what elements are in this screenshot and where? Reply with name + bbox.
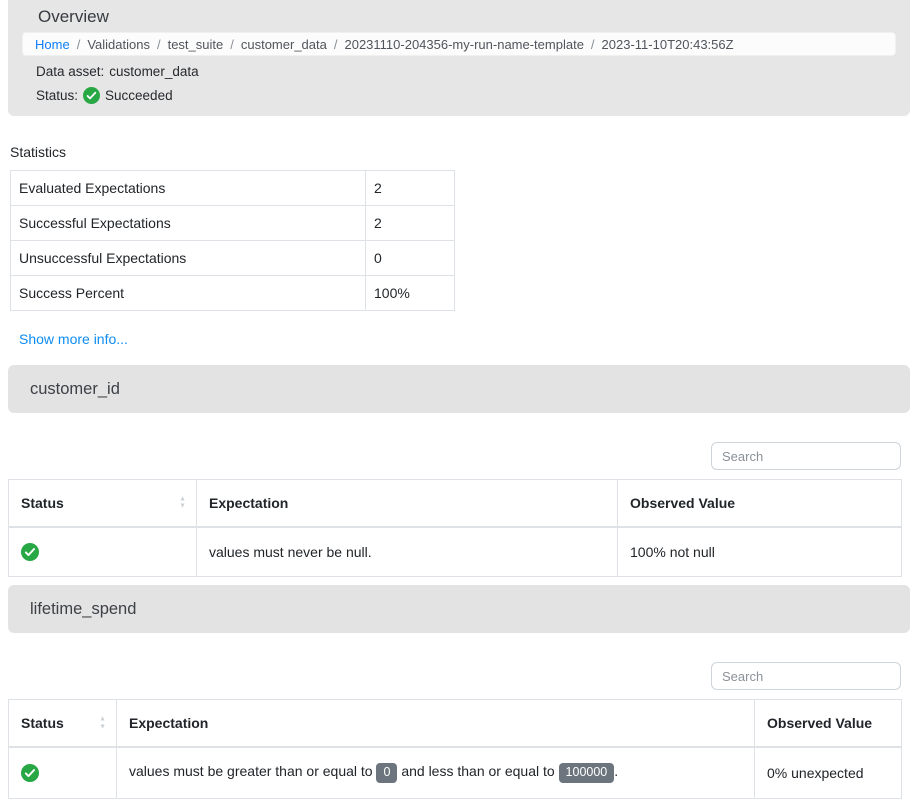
status-label: Status:: [36, 88, 78, 103]
stat-label: Unsuccessful Expectations: [11, 241, 366, 276]
table-header-row: Status Expectation Observed Value: [9, 480, 902, 528]
expectation-cell: values must be greater than or equal to …: [117, 747, 755, 798]
data-asset-label: Data asset:: [36, 64, 104, 79]
stat-label: Evaluated Expectations: [11, 171, 366, 206]
stat-value: 2: [366, 206, 455, 241]
stat-value: 100%: [366, 276, 455, 311]
breadcrumb-item-run-name: 20231110-204356-my-run-name-template: [344, 37, 583, 52]
expectations-table-lifetime-spend: Status Expectation Observed Value values…: [8, 699, 902, 799]
expectation-cell: values must never be null.: [197, 527, 618, 577]
expectations-table-customer-id: Status Expectation Observed Value values…: [8, 479, 902, 577]
observed-value-cell: 100% not null: [618, 527, 902, 577]
column-header-expectation[interactable]: Expectation: [117, 700, 755, 748]
statistics-section: Statistics Evaluated Expectations 2 Succ…: [10, 144, 910, 347]
breadcrumb-separator: /: [591, 37, 595, 52]
sort-icon[interactable]: [99, 716, 106, 731]
max-value-badge: 100000: [559, 763, 615, 783]
sort-icon[interactable]: [179, 496, 186, 511]
status-value: Succeeded: [105, 88, 173, 103]
table-row: Evaluated Expectations 2: [11, 171, 455, 206]
stat-value: 0: [366, 241, 455, 276]
search-input[interactable]: [711, 442, 901, 470]
data-asset-value: customer_data: [109, 64, 198, 79]
search-row: [8, 662, 901, 690]
table-row: Successful Expectations 2: [11, 206, 455, 241]
section-header-customer-id[interactable]: customer_id: [8, 365, 910, 413]
section-header-lifetime-spend[interactable]: lifetime_spend: [8, 585, 910, 633]
statistics-table: Evaluated Expectations 2 Successful Expe…: [10, 170, 455, 311]
column-header-status[interactable]: Status: [9, 480, 197, 528]
breadcrumb: Home / Validations / test_suite / custom…: [22, 32, 896, 56]
breadcrumb-item-run-time: 2023-11-10T20:43:56Z: [602, 37, 734, 52]
breadcrumb-separator: /: [77, 37, 81, 52]
page-title: Overview: [38, 7, 890, 27]
table-row: Unsuccessful Expectations 0: [11, 241, 455, 276]
check-circle-icon: [21, 764, 39, 782]
column-header-observed-value[interactable]: Observed Value: [755, 700, 902, 748]
min-value-badge: 0: [376, 763, 397, 783]
stat-label: Successful Expectations: [11, 206, 366, 241]
status-line: Status: Succeeded: [36, 87, 890, 104]
search-row: [8, 442, 901, 470]
overview-header-panel: Overview Home / Validations / test_suite…: [8, 0, 910, 116]
breadcrumb-item-asset: customer_data: [241, 37, 327, 52]
status-cell: [9, 747, 117, 798]
table-row: Success Percent 100%: [11, 276, 455, 311]
stat-value: 2: [366, 171, 455, 206]
check-circle-icon: [83, 87, 100, 104]
column-header-expectation[interactable]: Expectation: [197, 480, 618, 528]
stat-label: Success Percent: [11, 276, 366, 311]
breadcrumb-item-suite: test_suite: [168, 37, 224, 52]
status-cell: [9, 527, 197, 577]
breadcrumb-item-validations: Validations: [87, 37, 150, 52]
breadcrumb-separator: /: [230, 37, 234, 52]
column-header-status[interactable]: Status: [9, 700, 117, 748]
statistics-heading: Statistics: [10, 144, 910, 160]
column-header-observed-value[interactable]: Observed Value: [618, 480, 902, 528]
show-more-info-link[interactable]: Show more info...: [19, 331, 128, 347]
table-row: values must be greater than or equal to …: [9, 747, 902, 798]
breadcrumb-separator: /: [157, 37, 161, 52]
observed-value-cell: 0% unexpected: [755, 747, 902, 798]
search-input[interactable]: [711, 662, 901, 690]
breadcrumb-home-link[interactable]: Home: [35, 37, 70, 52]
data-asset-line: Data asset: customer_data: [36, 64, 890, 79]
table-row: values must never be null. 100% not null: [9, 527, 902, 577]
breadcrumb-separator: /: [334, 37, 338, 52]
table-header-row: Status Expectation Observed Value: [9, 700, 902, 748]
check-circle-icon: [21, 543, 39, 561]
